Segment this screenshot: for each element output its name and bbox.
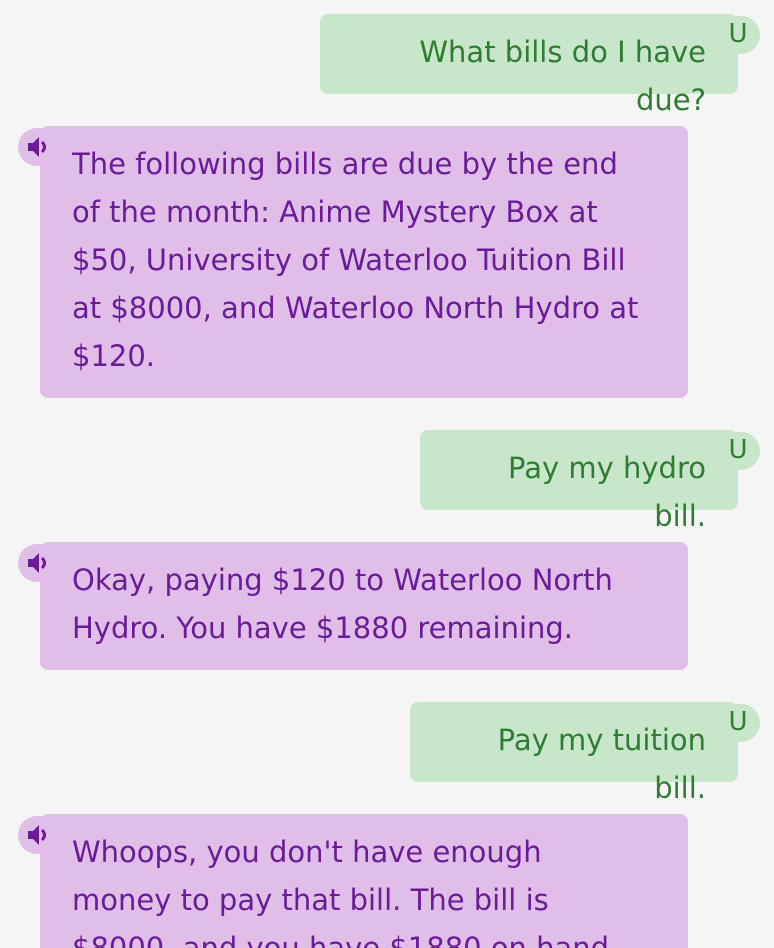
- volume-icon[interactable]: [18, 816, 62, 854]
- message-text: Pay my hydro bill.: [508, 451, 706, 533]
- user-avatar: U: [716, 16, 760, 54]
- user-message: Pay my hydro bill.: [420, 430, 738, 533]
- message-text: The following bills are due by the end o…: [72, 147, 639, 373]
- message-text: Whoops, you don't have enough money to p…: [72, 835, 619, 948]
- volume-icon[interactable]: [18, 544, 62, 582]
- user-message: What bills do I have due?: [320, 14, 738, 117]
- user-avatar: U: [716, 704, 760, 742]
- chat-conversation: What bills do I have due? U The followin…: [0, 0, 774, 948]
- avatar-letter: U: [728, 707, 748, 737]
- user-avatar: U: [716, 432, 760, 470]
- assistant-message: The following bills are due by the end o…: [40, 126, 688, 398]
- volume-icon[interactable]: [18, 128, 62, 166]
- message-text: What bills do I have due?: [419, 35, 706, 117]
- message-text: Pay my tuition bill.: [497, 723, 706, 805]
- user-message: Pay my tuition bill.: [410, 702, 738, 805]
- assistant-message: Okay, paying $120 to Waterloo North Hydr…: [40, 542, 688, 670]
- assistant-message: Whoops, you don't have enough money to p…: [40, 814, 688, 948]
- avatar-letter: U: [728, 19, 748, 49]
- message-text: Okay, paying $120 to Waterloo North Hydr…: [72, 563, 613, 645]
- avatar-letter: U: [728, 435, 748, 465]
